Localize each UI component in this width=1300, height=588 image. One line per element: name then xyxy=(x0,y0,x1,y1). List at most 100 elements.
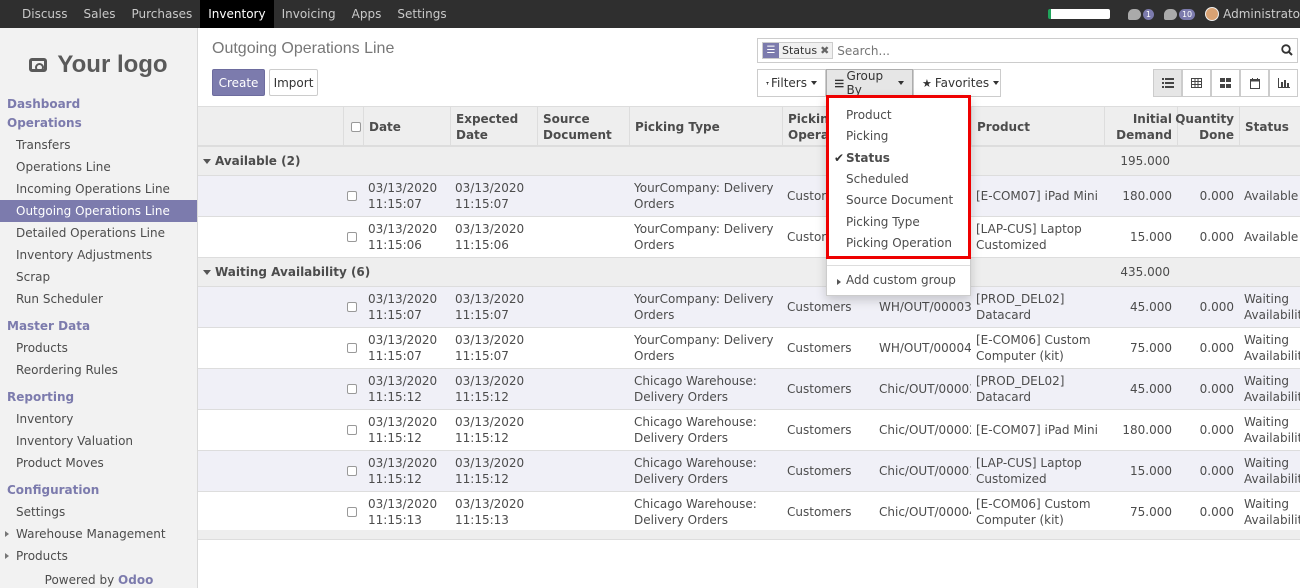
remove-facet-icon[interactable]: ✖ xyxy=(820,44,829,57)
sidebar-item-run-scheduler[interactable]: Run Scheduler xyxy=(0,288,197,310)
table-row[interactable]: 03/13/2020 11:15:12 03/13/2020 11:15:12 Chic… xyxy=(198,451,1300,492)
column-header-quantity-done[interactable]: Quantity Done xyxy=(1175,107,1239,146)
menu-item-inventory[interactable]: Inventory xyxy=(200,0,274,28)
expected-date-cell: 03/13/2020 11:15:07 xyxy=(450,328,537,368)
column-header-initial-demand[interactable]: Initial Demand xyxy=(1104,107,1177,146)
row-checkbox[interactable] xyxy=(347,302,357,312)
group-row-waiting-availability-6[interactable]: Waiting Availability (6) 435.000 xyxy=(198,258,1300,287)
activities-indicator[interactable]: 10 xyxy=(1163,8,1196,20)
caret-right-icon xyxy=(837,279,841,285)
source-document-cell xyxy=(537,176,629,216)
graph-view-button[interactable] xyxy=(1269,69,1298,97)
sidebar-item-detailed-operations-line[interactable]: Detailed Operations Line xyxy=(0,222,197,244)
search-input[interactable] xyxy=(837,43,1297,58)
user-menu[interactable]: Administrato xyxy=(1205,7,1300,21)
search-bar[interactable]: ☰ Status ✖ xyxy=(757,38,1298,63)
odoo-link[interactable]: Odoo xyxy=(118,573,153,587)
product-cell-line: [PROD_DEL02] xyxy=(976,374,1065,388)
sidebar-item-label: Products xyxy=(16,549,68,563)
row-checkbox[interactable] xyxy=(347,425,357,435)
table-row[interactable]: 03/13/2020 11:15:13 03/13/2020 11:15:13 Chic… xyxy=(198,492,1300,533)
sidebar-item-incoming-operations-line[interactable]: Incoming Operations Line xyxy=(0,178,197,200)
table-row[interactable]: 03/13/2020 11:15:12 03/13/2020 11:15:12 Chic… xyxy=(198,410,1300,451)
initial-demand-cell: 180.000 xyxy=(1104,410,1177,450)
row-checkbox[interactable] xyxy=(347,466,357,476)
menu-item-discuss[interactable]: Discuss xyxy=(14,0,76,28)
column-header-source-document[interactable]: Source Document xyxy=(537,107,629,146)
sidebar-section-reporting[interactable]: Reporting xyxy=(0,386,197,408)
group-by-option-status[interactable]: Status xyxy=(846,151,890,165)
calendar-view-button[interactable] xyxy=(1240,69,1269,97)
sidebar-section-master-data[interactable]: Master Data xyxy=(0,315,197,337)
row-checkbox[interactable] xyxy=(347,384,357,394)
sidebar-item-transfers[interactable]: Transfers xyxy=(0,134,197,156)
table-row[interactable]: 03/13/2020 11:15:07 03/13/2020 11:15:07 Your… xyxy=(198,287,1300,328)
group-row-available-2[interactable]: Available (2) 195.000 xyxy=(198,147,1300,176)
menu-item-sales[interactable]: Sales xyxy=(76,0,124,28)
list-view-button[interactable] xyxy=(1153,69,1182,97)
row-checkbox[interactable] xyxy=(347,343,357,353)
menu-item-apps[interactable]: Apps xyxy=(344,0,390,28)
search-icon[interactable] xyxy=(1281,44,1293,56)
table-row[interactable]: 03/13/2020 11:15:07 03/13/2020 11:15:07 Your… xyxy=(198,328,1300,369)
comments-icon xyxy=(1163,8,1177,20)
date-cell: 03/13/2020 11:15:07 xyxy=(363,328,450,368)
column-header-picking-type[interactable]: Picking Type xyxy=(629,107,782,146)
row-checkbox[interactable] xyxy=(347,232,357,242)
row-select-cell xyxy=(343,287,363,327)
group-by-button[interactable]: Group By xyxy=(826,69,913,97)
sidebar-item-products[interactable]: Products xyxy=(0,545,197,567)
table-row[interactable]: 03/13/2020 11:15:07 03/13/2020 11:15:07 Your… xyxy=(198,176,1300,217)
group-header: Available (2) xyxy=(203,154,300,168)
menu-item-settings[interactable]: Settings xyxy=(389,0,454,28)
pivot-view-button[interactable] xyxy=(1182,69,1211,97)
menu-item-purchases[interactable]: Purchases xyxy=(124,0,201,28)
sidebar-item-products[interactable]: Products xyxy=(0,337,197,359)
column-header-expected-date[interactable]: Expected Date xyxy=(450,107,537,146)
sidebar-item-product-moves[interactable]: Product Moves xyxy=(0,452,197,474)
product-cell-line: [PROD_DEL02] xyxy=(976,292,1065,306)
sidebar-item-settings[interactable]: Settings xyxy=(0,501,197,523)
add-custom-group-toggle[interactable]: Add custom group xyxy=(846,273,956,287)
column-header-status[interactable]: Status xyxy=(1239,107,1300,146)
sidebar-item-inventory-valuation[interactable]: Inventory Valuation xyxy=(0,430,197,452)
create-button[interactable]: Create xyxy=(212,69,265,96)
group-by-option-picking-type[interactable]: Picking Type xyxy=(846,215,920,229)
group-by-option-picking-operation[interactable]: Picking Operation xyxy=(846,236,952,250)
group-by-option-picking[interactable]: Picking xyxy=(846,129,888,143)
product-cell-line: [E-COM07] iPad Mini xyxy=(976,423,1098,437)
favorites-button[interactable]: ★ Favorites xyxy=(913,69,1001,97)
group-by-option-source-document[interactable]: Source Document xyxy=(846,193,953,207)
table-row[interactable]: 03/13/2020 11:15:06 03/13/2020 11:15:06 Your… xyxy=(198,217,1300,258)
quantity-done-cell-text: 0.000 xyxy=(1199,300,1234,314)
sidebar-section-dashboard[interactable]: Dashboard xyxy=(0,96,197,112)
sidebar-item-inventory[interactable]: Inventory xyxy=(0,408,197,430)
menu-item-invoicing[interactable]: Invoicing xyxy=(274,0,344,28)
messages-count: 1 xyxy=(1142,8,1154,20)
row-checkbox[interactable] xyxy=(347,507,357,517)
sidebar-section-configuration[interactable]: Configuration xyxy=(0,479,197,501)
sidebar-section-operations[interactable]: Operations xyxy=(0,112,197,134)
sidebar-item-inventory-adjustments[interactable]: Inventory Adjustments xyxy=(0,244,197,266)
row-checkbox[interactable] xyxy=(347,191,357,201)
sidebar-item-warehouse-management[interactable]: Warehouse Management xyxy=(0,523,197,545)
sidebar-item-operations-line[interactable]: Operations Line xyxy=(0,156,197,178)
group-by-option-scheduled[interactable]: Scheduled xyxy=(846,172,909,186)
column-header-date[interactable]: Date xyxy=(363,107,450,146)
group-header: Waiting Availability (6) xyxy=(203,265,370,279)
expected-date-cell-line: 11:15:07 xyxy=(455,197,509,211)
kanban-view-button[interactable] xyxy=(1211,69,1240,97)
messages-indicator[interactable]: 1 xyxy=(1127,8,1154,20)
column-header-product[interactable]: Product xyxy=(971,107,1104,146)
group-by-option-product[interactable]: Product xyxy=(846,108,892,122)
sidebar-item-reordering-rules[interactable]: Reordering Rules xyxy=(0,359,197,381)
onboarding-progress-bar[interactable] xyxy=(1047,9,1110,19)
sidebar-item-outgoing-operations-line[interactable]: Outgoing Operations Line xyxy=(0,200,197,222)
import-button[interactable]: Import xyxy=(269,69,318,96)
sidebar-item-scrap[interactable]: Scrap xyxy=(0,266,197,288)
table-row[interactable]: 03/13/2020 11:15:12 03/13/2020 11:15:12 Chic… xyxy=(198,369,1300,410)
product-cell-line: Computer (kit) xyxy=(976,349,1064,363)
filters-button[interactable]: Filters xyxy=(757,69,826,97)
picking-type-cell-line: Orders xyxy=(634,238,675,252)
select-all-checkbox[interactable] xyxy=(351,121,361,132)
